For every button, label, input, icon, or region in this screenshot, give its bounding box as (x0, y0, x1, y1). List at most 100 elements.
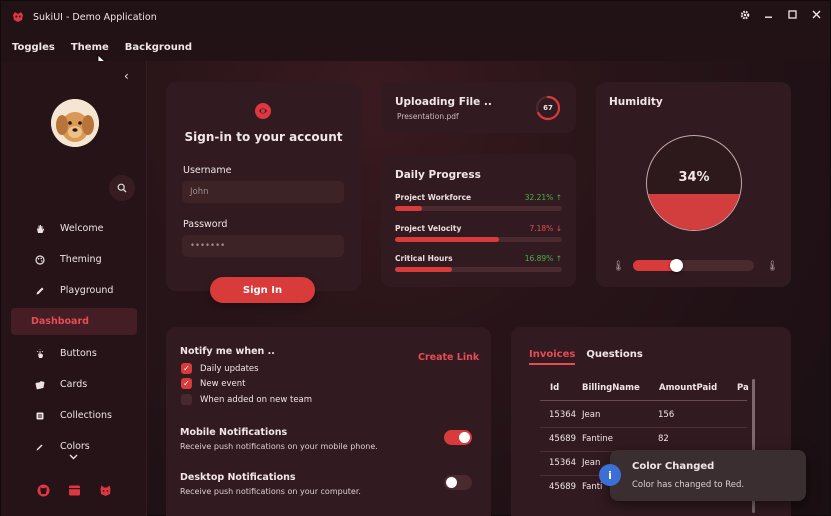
setting-title: Mobile Notifications (180, 427, 288, 438)
menu-theme[interactable]: Theme (71, 42, 109, 53)
password-field[interactable]: ••••••• (182, 235, 344, 257)
title-bar: SukiUI - Demo Application (1, 1, 830, 33)
upload-title: Uploading File .. (395, 96, 492, 108)
sidebar-item-label: Playground (60, 285, 114, 296)
thermometer-low-icon: 🌡 (612, 261, 625, 272)
progress-fill (395, 267, 452, 272)
cat-icon[interactable] (99, 484, 112, 497)
sidebar-item-label: Cards (60, 379, 88, 390)
maximize-icon[interactable] (787, 9, 798, 20)
close-icon[interactable] (811, 9, 822, 20)
setting-description: Receive push notifications on your compu… (180, 487, 361, 496)
mobile-notifications-toggle[interactable] (444, 430, 472, 445)
trend-down-icon: ↓ (555, 224, 562, 233)
pencil-icon (33, 286, 47, 296)
sidebar-item-buttons[interactable]: Buttons (11, 340, 137, 367)
checkbox-new-event[interactable]: ✓ New event (181, 378, 245, 389)
daily-progress-title: Daily Progress (395, 169, 481, 181)
tab-invoices[interactable]: Invoices (529, 349, 576, 365)
table-cell: Fantine (582, 434, 614, 444)
divider (540, 400, 747, 401)
divider (540, 427, 747, 428)
app-window: SukiUI - Demo Application Toggles Theme … (0, 0, 831, 516)
sidebar-item-label: Theming (60, 254, 102, 265)
humidity-gauge: 34% (646, 135, 742, 231)
thermometer-high-icon: 🌡 (766, 261, 779, 272)
chevron-down-icon[interactable] (69, 454, 78, 460)
progress-fill (395, 206, 422, 211)
create-link[interactable]: Create Link (418, 352, 479, 363)
daily-progress-card: Daily Progress Project Workforce 32.21% … (381, 154, 576, 287)
column-header-billingname[interactable]: BillingName (582, 383, 640, 393)
sign-in-button[interactable]: Sign In (210, 277, 315, 303)
window-title: SukiUI - Demo Application (33, 11, 157, 23)
table-cell: Jean (582, 410, 601, 420)
column-header-amountpaid[interactable]: AmountPaid (659, 383, 717, 393)
eyedropper-icon (33, 442, 47, 452)
table-cell: 156 (658, 410, 675, 420)
check-icon: ✓ (181, 378, 192, 389)
progress-value: 7.18% ↓ (529, 224, 562, 233)
brand-logo-icon (255, 103, 271, 119)
sidebar-item-collections[interactable]: Collections (11, 402, 137, 429)
username-label: Username (183, 165, 232, 176)
sidebar-item-theming[interactable]: Theming (11, 246, 137, 273)
table-cell: 15364 (549, 458, 577, 468)
minimize-icon[interactable] (763, 9, 774, 20)
window-icon[interactable] (68, 484, 81, 497)
collapse-sidebar-icon[interactable]: ‹ (124, 69, 129, 83)
checkbox-new-team[interactable]: When added on new team (181, 394, 312, 405)
search-button[interactable] (109, 175, 135, 201)
humidity-value: 34% (678, 170, 710, 185)
upload-card: Uploading File .. Presentation.pdf 67 (381, 82, 576, 133)
table-cell: 82 (658, 434, 669, 444)
sidebar-item-cards[interactable]: Cards (11, 371, 137, 398)
tab-questions[interactable]: Questions (586, 349, 643, 365)
setting-title: Desktop Notifications (180, 472, 296, 483)
progress-fill (395, 237, 499, 242)
sidebar-item-label: Welcome (60, 223, 104, 234)
login-heading: Sign-in to your account (184, 130, 343, 144)
github-icon[interactable] (37, 484, 50, 497)
desktop-notifications-toggle[interactable] (444, 475, 472, 490)
sidebar-item-playground[interactable]: Playground (11, 277, 137, 304)
column-header-pa[interactable]: Pa (737, 383, 749, 393)
setting-description: Receive push notifications on your mobil… (180, 442, 378, 451)
column-header-id[interactable]: Id (550, 383, 559, 393)
app-logo-icon (13, 12, 23, 22)
upload-filename: Presentation.pdf (397, 112, 459, 121)
sidebar-item-dashboard[interactable]: Dashboard (11, 308, 137, 335)
slider-handle[interactable] (669, 259, 683, 272)
cards-icon (33, 380, 47, 390)
menu-background[interactable]: Background (125, 42, 192, 53)
table-cell: 45689 (549, 482, 577, 492)
list-icon (33, 411, 47, 421)
notifications-card: Notify me when .. Create Link ✓ Daily upd… (166, 327, 491, 516)
menu-toggles[interactable]: Toggles (12, 42, 55, 53)
settings-icon[interactable] (739, 9, 750, 20)
progress-value: 16.89% ↑ (524, 254, 562, 263)
upload-percent: 67 (543, 104, 553, 112)
upload-progress-ring: 67 (535, 95, 561, 121)
username-field[interactable]: John (182, 181, 344, 203)
toast-notification[interactable]: i Color Changed Color has changed to Red… (599, 450, 806, 501)
humidity-level-fill (647, 194, 741, 230)
trend-up-icon: ↑ (555, 193, 562, 202)
humidity-card: Humidity 34% 🌡 🌡 (596, 82, 791, 287)
checkbox-daily-updates[interactable]: ✓ Daily updates (181, 363, 259, 374)
progress-row: Project Workforce 32.21% ↑ (395, 193, 562, 211)
password-label: Password (183, 219, 228, 230)
search-icon (117, 183, 127, 193)
trend-up-icon: ↑ (555, 254, 562, 263)
sidebar: ‹ Welcome Theming Playground Dashboard B… (1, 61, 147, 516)
progress-value: 32.21% ↑ (524, 193, 562, 202)
pointer-icon (33, 349, 47, 359)
humidity-slider[interactable] (633, 259, 754, 272)
toast-title: Color Changed (632, 461, 715, 472)
avatar[interactable] (51, 99, 99, 147)
sidebar-item-welcome[interactable]: Welcome (11, 215, 137, 242)
humidity-title: Humidity (609, 96, 663, 108)
toast-message: Color has changed to Red. (632, 480, 745, 490)
palette-icon (33, 254, 47, 265)
progress-row: Critical Hours 16.89% ↑ (395, 254, 562, 272)
